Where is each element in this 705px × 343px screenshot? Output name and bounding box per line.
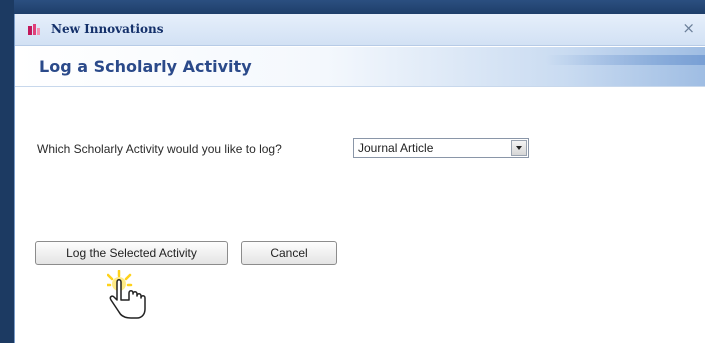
new-innovations-logo-icon (28, 24, 40, 35)
activity-type-selected-value: Journal Article (358, 141, 434, 155)
log-selected-activity-button[interactable]: Log the Selected Activity (35, 241, 228, 265)
cancel-button[interactable]: Cancel (241, 241, 337, 265)
close-icon[interactable]: × (682, 19, 695, 37)
activity-type-select[interactable]: Journal Article (353, 138, 529, 158)
log-activity-dialog: New Innovations × Log a Scholarly Activi… (14, 14, 705, 343)
background-top-edge (0, 0, 705, 14)
hand-pointer-icon (107, 270, 146, 319)
app-title: New Innovations (51, 22, 164, 36)
dialog-titlebar: New Innovations × (15, 14, 705, 46)
dialog-header: Log a Scholarly Activity (15, 47, 705, 87)
page-title: Log a Scholarly Activity (39, 57, 252, 76)
background-left-edge (0, 0, 14, 343)
activity-question-label: Which Scholarly Activity would you like … (37, 142, 282, 156)
chevron-down-icon[interactable] (511, 140, 527, 156)
